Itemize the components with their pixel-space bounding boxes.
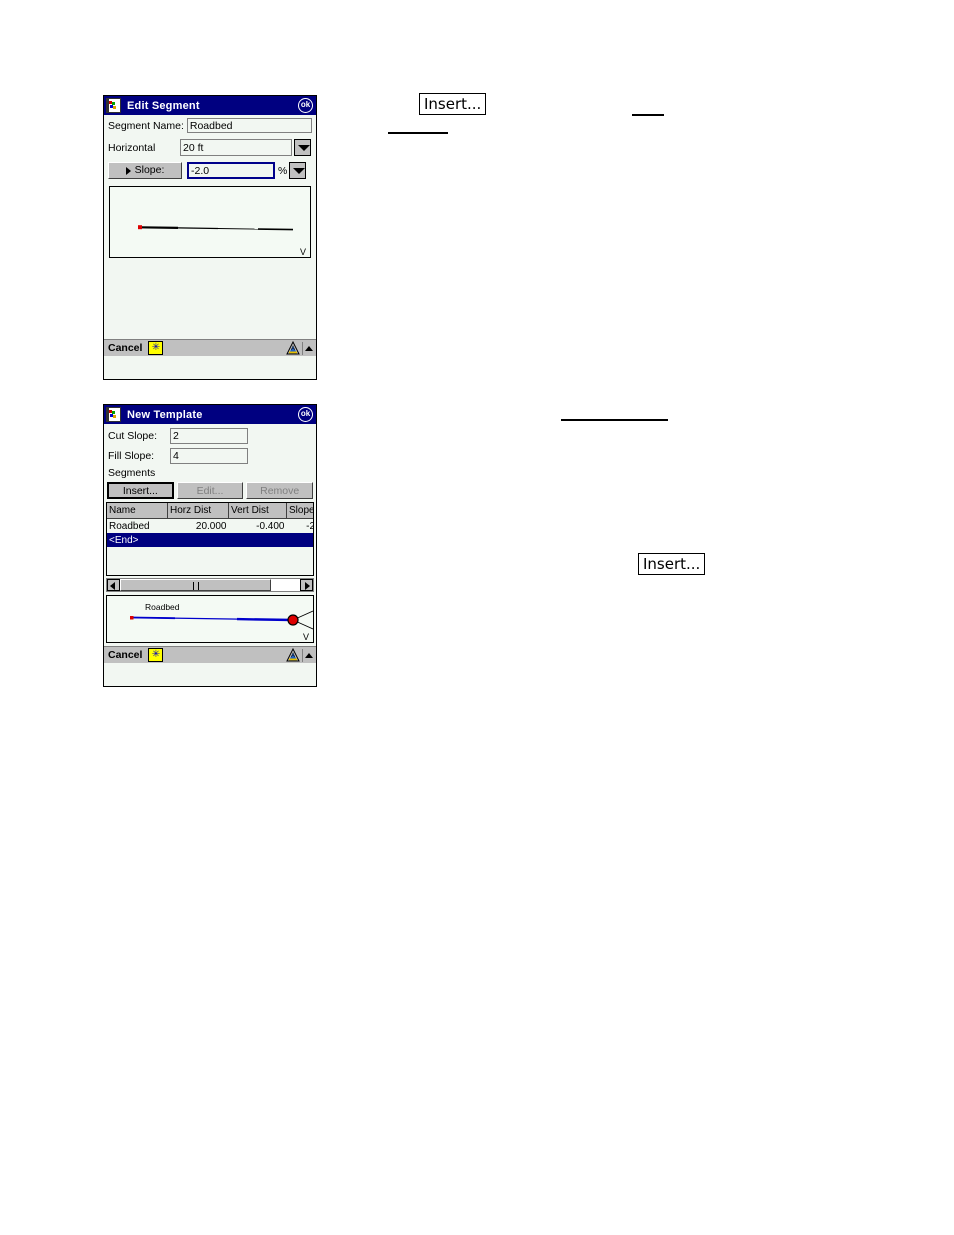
- fill-slope-label: Fill Slope:: [108, 450, 155, 462]
- remove-button: Remove: [246, 482, 313, 499]
- edit-segment-statusbar: Cancel A: [104, 339, 316, 356]
- fill-slope-row: Fill Slope: 4: [104, 444, 316, 464]
- column-header-slope-pct[interactable]: Slope %: [286, 503, 313, 519]
- graph-corner-mark: V: [299, 247, 306, 257]
- cancel-button[interactable]: Cancel: [108, 649, 142, 661]
- statusbar-right-group: A: [286, 647, 313, 662]
- column-header-vert-dist[interactable]: Vert Dist: [228, 503, 287, 519]
- insert-callout-bottom: Insert...: [638, 553, 706, 575]
- scroll-left-icon[interactable]: [107, 579, 120, 591]
- segments-label-row: Segments: [104, 464, 316, 479]
- template-preview-graph: Roadbed V: [106, 595, 314, 643]
- template-app-icon: [106, 407, 121, 422]
- cell-horz-dist: 20.000: [167, 518, 229, 533]
- statusbar-divider: [302, 341, 303, 355]
- segment-preview-graph: V: [109, 186, 311, 258]
- star-icon[interactable]: [148, 340, 164, 355]
- new-template-body: Cut Slope: 2 Fill Slope: 4 Segments Inse…: [104, 424, 316, 663]
- table-row[interactable]: <End>: [107, 533, 313, 547]
- horizontal-units-dropdown-icon[interactable]: [294, 139, 311, 156]
- segments-label: Segments: [108, 467, 156, 479]
- survey-triangle-icon[interactable]: A: [286, 647, 300, 662]
- up-arrow-icon[interactable]: [305, 652, 313, 658]
- segment-actions-row: Insert... Edit... Remove: [104, 479, 316, 499]
- cell-name: <End>: [107, 533, 168, 547]
- column-header-name[interactable]: Name: [107, 503, 168, 519]
- segments-table-wrap: Name Horz Dist Vert Dist Slope % Roadbed…: [106, 502, 314, 576]
- cut-slope-row: Cut Slope: 2: [104, 424, 316, 444]
- segment-name-row: Segment Name: Roadbed: [104, 115, 316, 133]
- new-template-dialog: New Template ok Cut Slope: 2 Fill Slope:…: [103, 404, 317, 687]
- statusbar-right-group: A: [286, 340, 313, 355]
- cell-vert-dist: [228, 533, 287, 547]
- slope-mode-button[interactable]: Slope:: [108, 162, 182, 179]
- insert-callout-top: Insert...: [419, 93, 487, 115]
- slope-row: Slope: -2.0 %: [104, 156, 316, 179]
- cell-slope-pct: -2.000: [286, 518, 313, 533]
- segment-name-input[interactable]: Roadbed: [186, 118, 312, 133]
- new-template-title: New Template: [127, 408, 203, 421]
- star-icon[interactable]: [148, 647, 164, 662]
- table-row[interactable]: Roadbed 20.000 -0.400 -2.000: [107, 518, 313, 533]
- cell-slope-pct: [286, 533, 313, 547]
- segments-table-header-row: Name Horz Dist Vert Dist Slope %: [107, 503, 313, 519]
- preview-segment-label: Roadbed: [145, 602, 180, 612]
- template-preview-svg: Roadbed: [130, 602, 313, 630]
- cell-name: Roadbed: [107, 518, 168, 533]
- edit-segment-filler: [104, 258, 316, 339]
- hscroll-track[interactable]: [120, 579, 300, 591]
- template-app-icon: [106, 98, 121, 113]
- cut-slope-input[interactable]: 2: [170, 428, 248, 444]
- svg-text:A: A: [291, 653, 295, 659]
- slope-unit-label: %: [278, 164, 288, 177]
- edit-segment-titlebar: Edit Segment ok: [104, 96, 316, 115]
- horizontal-label: Horizontal: [108, 141, 156, 154]
- slope-button-label: Slope:: [134, 164, 165, 176]
- redaction-rule-top-right: [632, 114, 664, 116]
- segments-hscrollbar[interactable]: [106, 578, 314, 592]
- edit-segment-body: Segment Name: Roadbed Horizontal 20 ft S…: [104, 115, 316, 356]
- edit-button: Edit...: [176, 482, 244, 499]
- cut-slope-label: Cut Slope:: [108, 430, 158, 442]
- edit-segment-title: Edit Segment: [127, 99, 200, 112]
- scroll-right-icon[interactable]: [300, 579, 313, 591]
- up-arrow-icon[interactable]: [305, 345, 313, 351]
- svg-text:A: A: [291, 346, 295, 352]
- new-template-statusbar: Cancel A: [104, 646, 316, 663]
- new-template-titlebar: New Template ok: [104, 405, 316, 424]
- column-header-horz-dist[interactable]: Horz Dist: [167, 503, 229, 519]
- survey-triangle-icon[interactable]: A: [286, 340, 300, 355]
- slope-input[interactable]: -2.0: [187, 162, 275, 179]
- cell-horz-dist: [167, 533, 229, 547]
- redaction-rule-middle: [561, 419, 668, 421]
- horizontal-row: Horizontal 20 ft: [104, 133, 316, 156]
- horizontal-input[interactable]: 20 ft: [180, 139, 292, 156]
- slope-units-dropdown-icon[interactable]: [289, 162, 307, 179]
- preview-corner-mark: V: [302, 632, 309, 642]
- statusbar-divider: [302, 648, 303, 662]
- cancel-button[interactable]: Cancel: [108, 342, 142, 354]
- segment-name-label: Segment Name:: [108, 119, 184, 132]
- triangle-right-icon: [125, 166, 131, 175]
- cell-vert-dist: -0.400: [228, 518, 287, 533]
- insert-button[interactable]: Insert...: [107, 482, 174, 499]
- hscroll-thumb[interactable]: [120, 579, 272, 591]
- hscroll-grip-icon: [192, 582, 199, 590]
- fill-slope-input[interactable]: 4: [170, 448, 248, 464]
- ok-button[interactable]: ok: [298, 407, 313, 422]
- segments-table: Name Horz Dist Vert Dist Slope % Roadbed…: [107, 503, 313, 547]
- segment-preview-svg: [138, 225, 294, 231]
- edit-segment-dialog: Edit Segment ok Segment Name: Roadbed Ho…: [103, 95, 317, 380]
- ok-button[interactable]: ok: [298, 98, 313, 113]
- redaction-rule-upper-left: [388, 132, 448, 134]
